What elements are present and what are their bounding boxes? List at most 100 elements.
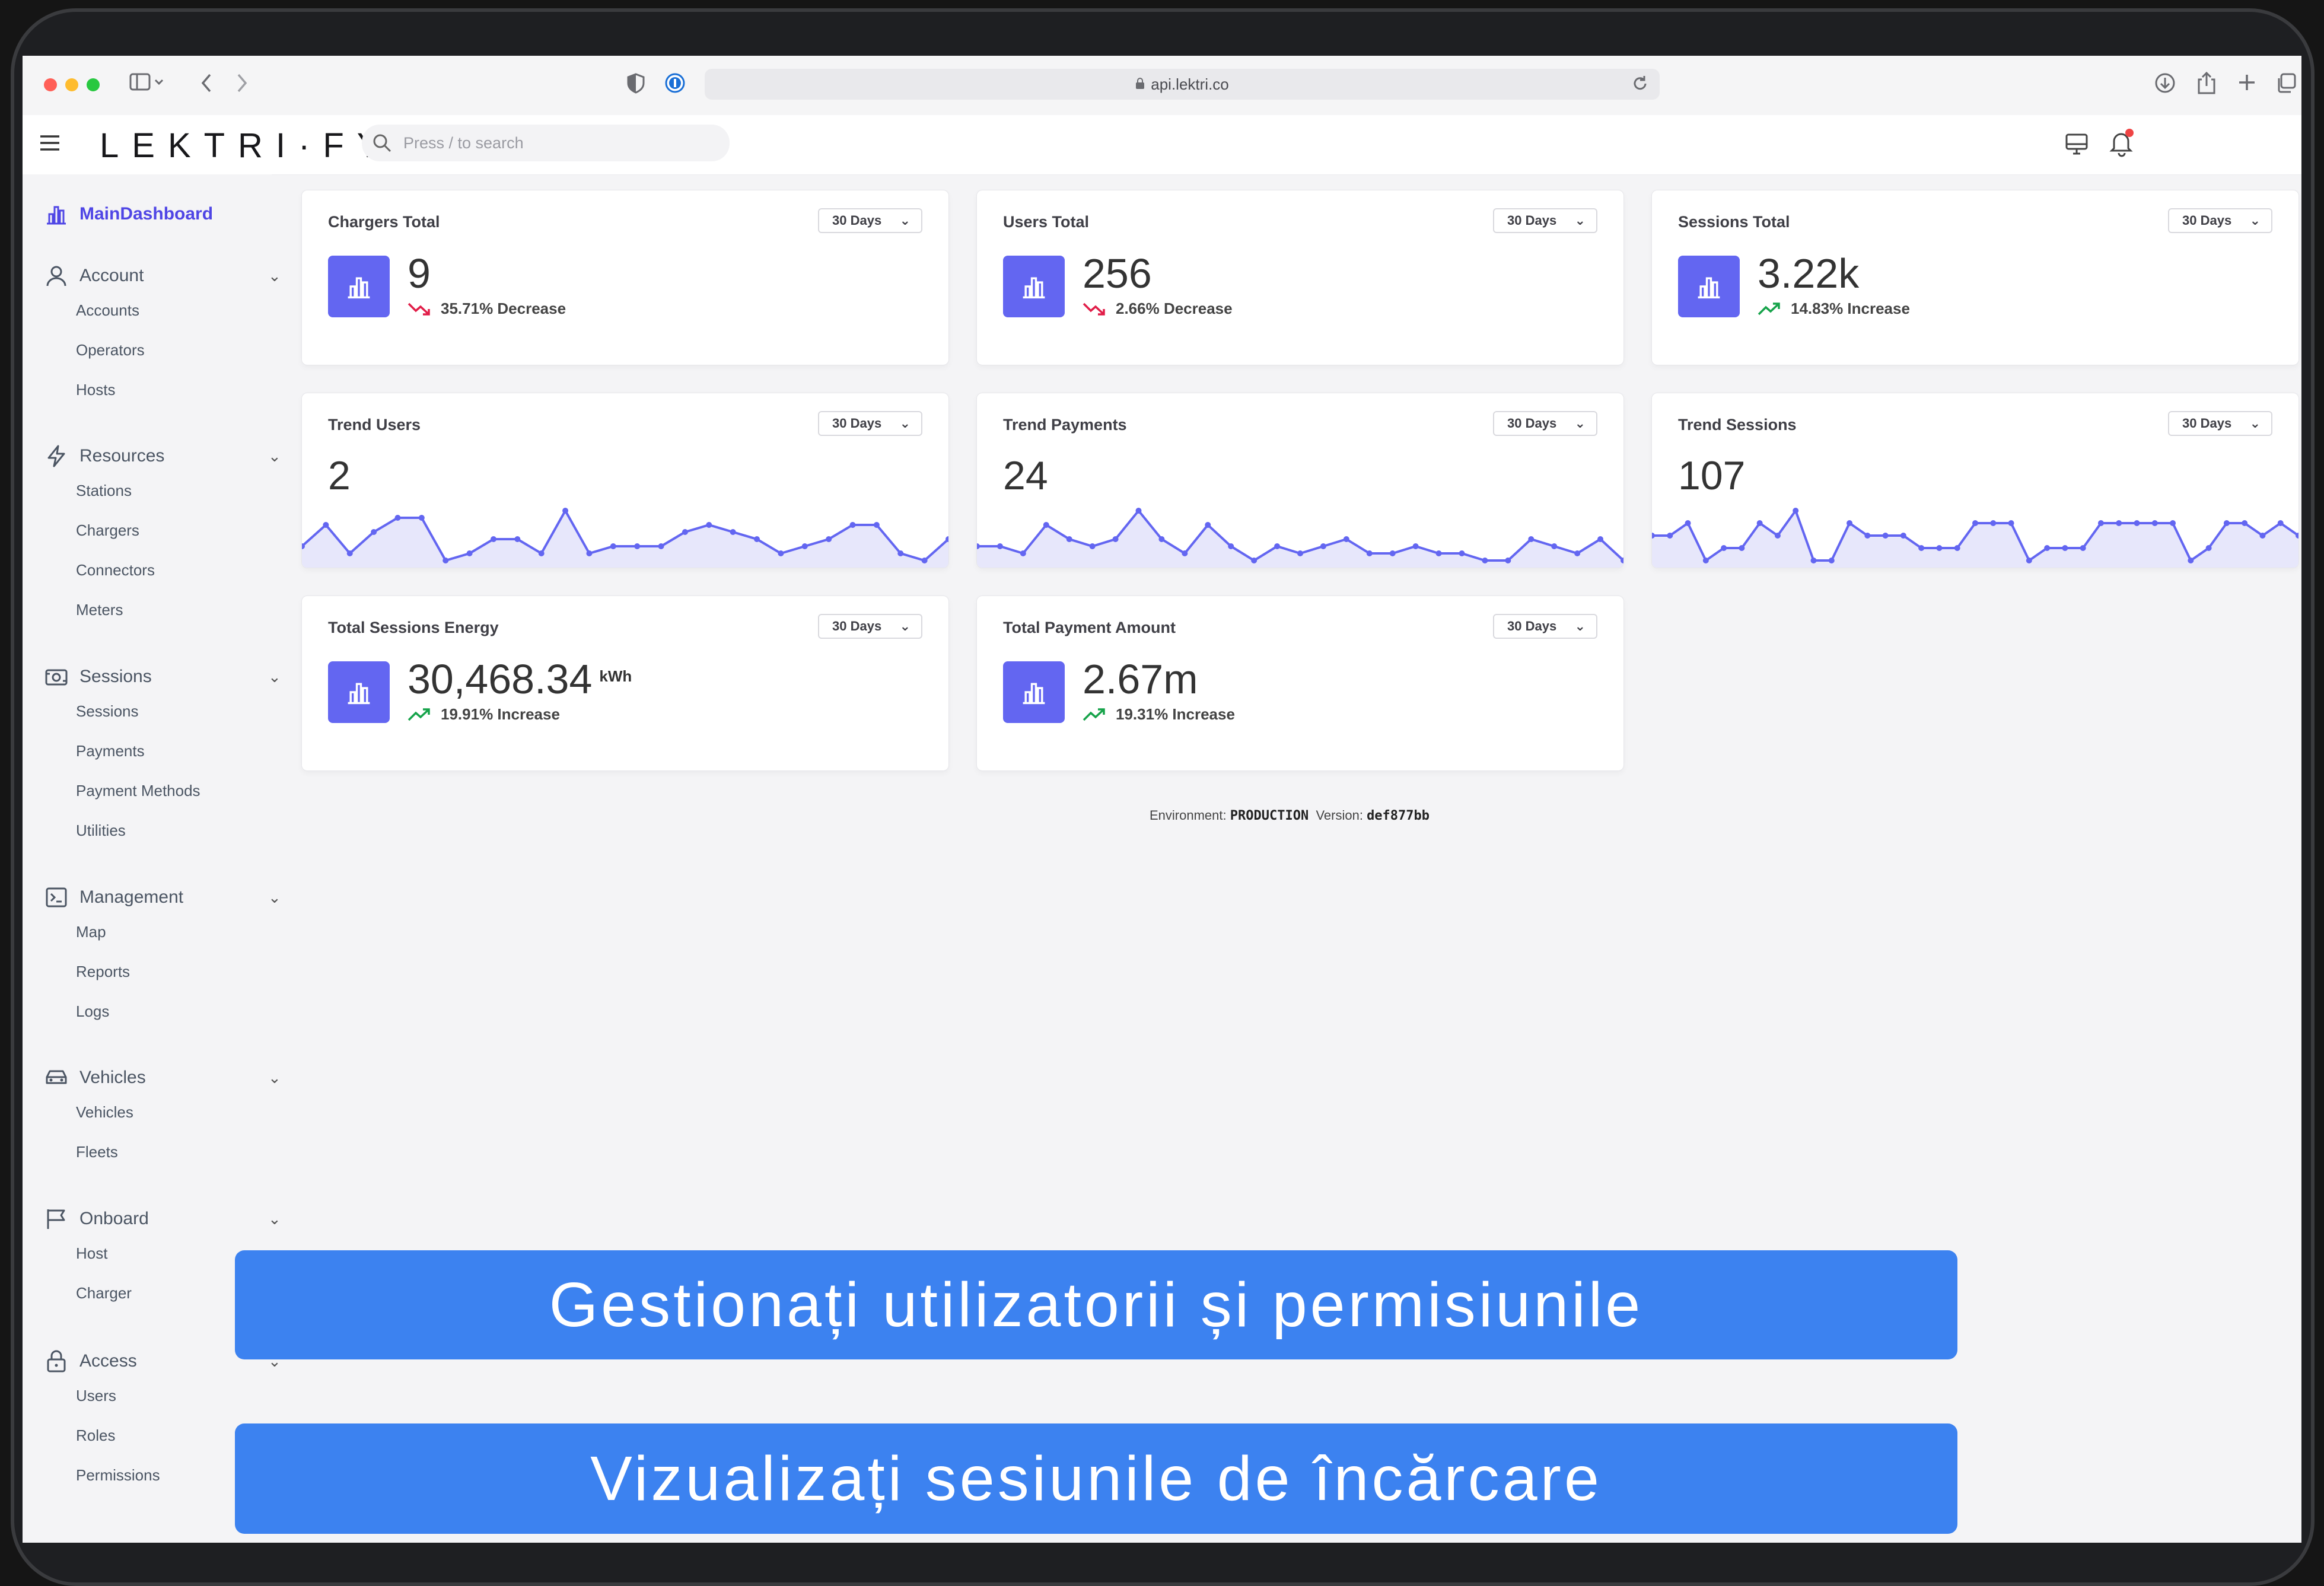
sidebar-item-operators[interactable]: Operators xyxy=(76,341,145,359)
sidebar-item-main-dashboard[interactable]: MainDashboard xyxy=(44,199,213,229)
reload-icon[interactable] xyxy=(1631,75,1649,97)
env-label: Environment: xyxy=(1150,808,1227,823)
sidebar-item-reports[interactable]: Reports xyxy=(76,963,130,981)
password-manager-icon[interactable] xyxy=(663,72,687,98)
sidebar-group-label: Management xyxy=(79,887,184,907)
sparkline-point xyxy=(1435,550,1442,556)
chevron-down-icon[interactable]: ⌄ xyxy=(268,1210,281,1228)
sparkline-point xyxy=(682,529,688,535)
sparkline-point xyxy=(921,558,928,563)
sidebar-item-charger[interactable]: Charger xyxy=(76,1284,132,1302)
sparkline-point xyxy=(1810,558,1817,563)
sparkline-point xyxy=(1972,520,1978,526)
logo[interactable]: LEKTRI·FY xyxy=(100,126,393,165)
period-select[interactable]: 30 Days ⌄ xyxy=(1493,411,1597,436)
menu-icon[interactable] xyxy=(39,133,61,156)
sparkline-point xyxy=(2188,558,2194,563)
trend-sessions-sparkline xyxy=(1652,508,2298,568)
card-title: Trend Payments xyxy=(1003,416,1127,434)
car-icon xyxy=(44,1065,69,1090)
close-window-button[interactable] xyxy=(44,78,57,91)
search-input[interactable]: Press / to search xyxy=(362,125,730,161)
sidebar-toggle-icon[interactable] xyxy=(123,72,171,96)
sidebar-item-hosts[interactable]: Hosts xyxy=(76,381,115,399)
period-select[interactable]: 30 Days ⌄ xyxy=(2168,208,2272,233)
chevron-down-icon[interactable]: ⌄ xyxy=(268,267,281,285)
sparkline-point xyxy=(997,543,1003,549)
stat-delta: 19.31% Increase xyxy=(1083,705,1235,724)
search-icon xyxy=(373,133,391,152)
sidebar-item-vehicles[interactable]: Vehicles xyxy=(76,1103,133,1122)
sidebar-item-roles[interactable]: Roles xyxy=(76,1426,115,1445)
trending-up-icon xyxy=(1758,302,1780,315)
sparkline-point xyxy=(1043,522,1049,528)
address-bar[interactable]: api.lektri.co xyxy=(705,69,1660,100)
stat-value: 256 xyxy=(1083,250,1152,297)
maximize-window-button[interactable] xyxy=(87,78,100,91)
flag-icon xyxy=(44,1206,69,1231)
chart-bar-icon xyxy=(1003,256,1065,317)
sidebar-item-payments[interactable]: Payments xyxy=(76,742,145,760)
sparkline-point xyxy=(2062,545,2068,551)
download-icon[interactable] xyxy=(2152,72,2178,98)
sidebar-group-sessions[interactable]: Sessions ⌄ xyxy=(44,662,281,692)
browser-toolbar: api.lektri.co xyxy=(23,56,2301,116)
sidebar-group-onboard[interactable]: Onboard ⌄ xyxy=(44,1204,281,1234)
sidebar-group-label: Resources xyxy=(79,446,165,466)
period-select[interactable]: 30 Days ⌄ xyxy=(818,614,922,639)
sidebar-item-connectors[interactable]: Connectors xyxy=(76,561,155,579)
sidebar-item-host[interactable]: Host xyxy=(76,1244,107,1263)
period-select[interactable]: 30 Days ⌄ xyxy=(818,208,922,233)
sparkline-point xyxy=(2080,545,2086,551)
sidebar-item-stations[interactable]: Stations xyxy=(76,482,132,500)
sidebar-item-logs[interactable]: Logs xyxy=(76,1002,109,1021)
sidebar-item-utilities[interactable]: Utilities xyxy=(76,821,126,840)
back-icon[interactable] xyxy=(195,72,218,98)
sidebar-item-sessions[interactable]: Sessions xyxy=(76,702,139,721)
shield-icon[interactable] xyxy=(624,72,648,98)
period-select-value: 30 Days xyxy=(2182,416,2232,431)
period-select[interactable]: 30 Days ⌄ xyxy=(1493,208,1597,233)
banner-manage-users: Gestionați utilizatorii și permisiunile xyxy=(235,1250,1957,1359)
sparkline-point xyxy=(1089,543,1096,549)
sidebar-item-users[interactable]: Users xyxy=(76,1387,116,1405)
tab-overview-icon[interactable] xyxy=(2273,72,2299,98)
trend-users-sparkline xyxy=(302,508,948,568)
sidebar-item-meters[interactable]: Meters xyxy=(76,601,123,619)
chevron-down-icon[interactable]: ⌄ xyxy=(268,668,281,686)
sparkline-point xyxy=(1551,543,1558,549)
notifications-bell-icon[interactable] xyxy=(2107,127,2137,161)
trending-down-icon xyxy=(408,302,430,316)
sparkline-point xyxy=(754,536,760,542)
chevron-down-icon[interactable]: ⌄ xyxy=(268,888,281,907)
chevron-down-icon[interactable]: ⌄ xyxy=(268,447,281,466)
sidebar-item-payment-methods[interactable]: Payment Methods xyxy=(76,782,200,800)
new-tab-icon[interactable] xyxy=(2234,72,2260,97)
share-icon[interactable] xyxy=(2194,71,2220,100)
period-select[interactable]: 30 Days ⌄ xyxy=(1493,614,1597,639)
chevron-down-icon[interactable]: ⌄ xyxy=(268,1069,281,1087)
sparkline-point xyxy=(897,550,904,556)
period-select[interactable]: 30 Days ⌄ xyxy=(2168,411,2272,436)
period-select[interactable]: 30 Days ⌄ xyxy=(818,411,922,436)
forward-icon[interactable] xyxy=(230,72,254,98)
sparkline-point xyxy=(610,543,616,549)
sidebar-group-management[interactable]: Management ⌄ xyxy=(44,883,281,912)
sparkline-area xyxy=(977,511,1623,568)
monitor-icon[interactable] xyxy=(2064,132,2089,160)
sparkline-point xyxy=(2277,520,2284,526)
sidebar-group-resources[interactable]: Resources ⌄ xyxy=(44,441,281,471)
sidebar-group-vehicles[interactable]: Vehicles ⌄ xyxy=(44,1063,281,1093)
sidebar-group-label: Access xyxy=(79,1351,137,1371)
sidebar-group-access[interactable]: Access ⌄ xyxy=(44,1346,281,1376)
sidebar-item-map[interactable]: Map xyxy=(76,923,106,941)
sidebar-item-fleets[interactable]: Fleets xyxy=(76,1143,118,1161)
sidebar-item-chargers[interactable]: Chargers xyxy=(76,521,139,540)
trending-down-icon xyxy=(1083,302,1105,316)
sidebar-item-permissions[interactable]: Permissions xyxy=(76,1466,160,1485)
sparkline-point xyxy=(1990,520,1997,526)
sidebar-group-account[interactable]: Account ⌄ xyxy=(44,261,281,291)
period-select-value: 30 Days xyxy=(1507,416,1557,431)
sidebar-item-accounts[interactable]: Accounts xyxy=(76,301,139,320)
minimize-window-button[interactable] xyxy=(65,78,78,91)
